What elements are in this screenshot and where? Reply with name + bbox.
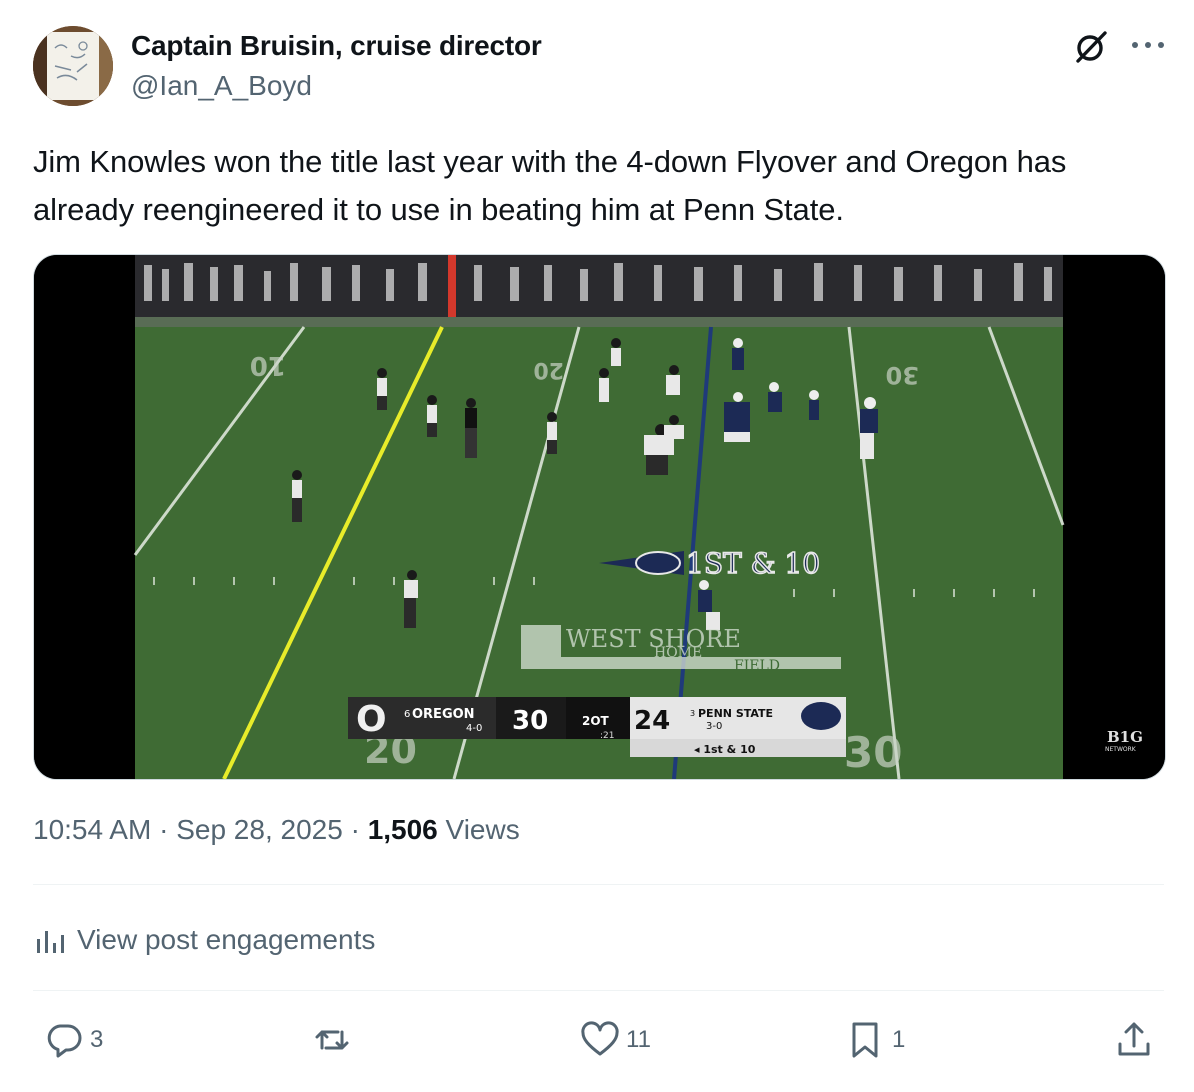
grok-icon[interactable]: [1072, 28, 1110, 66]
field-number: 20: [533, 357, 564, 382]
tweet-time[interactable]: 10:54 AM: [33, 814, 151, 845]
like-count: 11: [626, 1026, 651, 1053]
like-button[interactable]: 11: [578, 1018, 651, 1062]
home-team: PENN STATE: [698, 707, 773, 720]
bookmark-icon: [852, 1022, 878, 1058]
field-number: 10: [250, 350, 286, 380]
home-rank: 3: [690, 709, 695, 718]
views-count: 1,506: [367, 814, 438, 845]
heart-icon: [581, 1021, 619, 1056]
reply-button[interactable]: 3: [42, 1018, 103, 1062]
view-engagements-link[interactable]: View post engagements: [33, 918, 375, 962]
engagements-label: View post engagements: [77, 924, 376, 955]
field-sponsor-line3: FIELD: [734, 658, 780, 674]
home-score: 24: [634, 706, 670, 736]
share-button[interactable]: [1112, 1018, 1156, 1062]
author-handle[interactable]: @Ian_A_Boyd: [131, 70, 312, 102]
home-record: 3-0: [706, 721, 722, 732]
penn-state-logo: [801, 702, 841, 730]
more-icon[interactable]: [1128, 28, 1168, 62]
divider: [33, 990, 1164, 991]
bookmark-button[interactable]: 1: [844, 1018, 905, 1062]
avatar[interactable]: [33, 26, 113, 106]
tweet-text: Jim Knowles won the title last year with…: [33, 144, 1067, 227]
views-label: Views: [437, 814, 520, 845]
meta-separator: ·: [342, 814, 368, 845]
down-distance: ◂ 1st & 10: [694, 743, 756, 756]
away-rank: 6: [404, 709, 410, 720]
network-logo-sub: NETWORK: [1105, 746, 1137, 753]
oregon-logo: O: [356, 699, 387, 740]
field-number: 30: [886, 361, 919, 389]
tweet-meta: 10:54 AM · Sep 28, 2025 · 1,506 Views: [33, 814, 520, 846]
author-name[interactable]: Captain Bruisin, cruise director: [131, 30, 542, 62]
clock: :21: [600, 731, 614, 741]
share-icon: [1118, 1022, 1150, 1056]
field-number: 30: [844, 728, 902, 777]
reply-count: 3: [90, 1026, 104, 1053]
away-record: 4-0: [466, 723, 482, 734]
bookmark-count: 1: [892, 1026, 906, 1053]
away-score: 30: [512, 706, 548, 736]
bar-chart-icon: [37, 931, 64, 953]
period: 2OT: [582, 714, 610, 728]
repost-button[interactable]: [310, 1018, 358, 1062]
tweet-media[interactable]: 10 20 30 20 30 1ST & 10 WEST SHORE HOME …: [33, 254, 1166, 780]
tweet-date[interactable]: Sep 28, 2025: [176, 814, 343, 845]
away-team: OREGON: [412, 707, 475, 722]
meta-separator: ·: [151, 814, 177, 845]
field-graphic-down: 1ST & 10: [686, 547, 820, 580]
network-logo: B1G: [1107, 728, 1143, 746]
reply-icon: [47, 1024, 82, 1058]
repost-icon: [315, 1030, 349, 1050]
divider: [33, 884, 1164, 885]
